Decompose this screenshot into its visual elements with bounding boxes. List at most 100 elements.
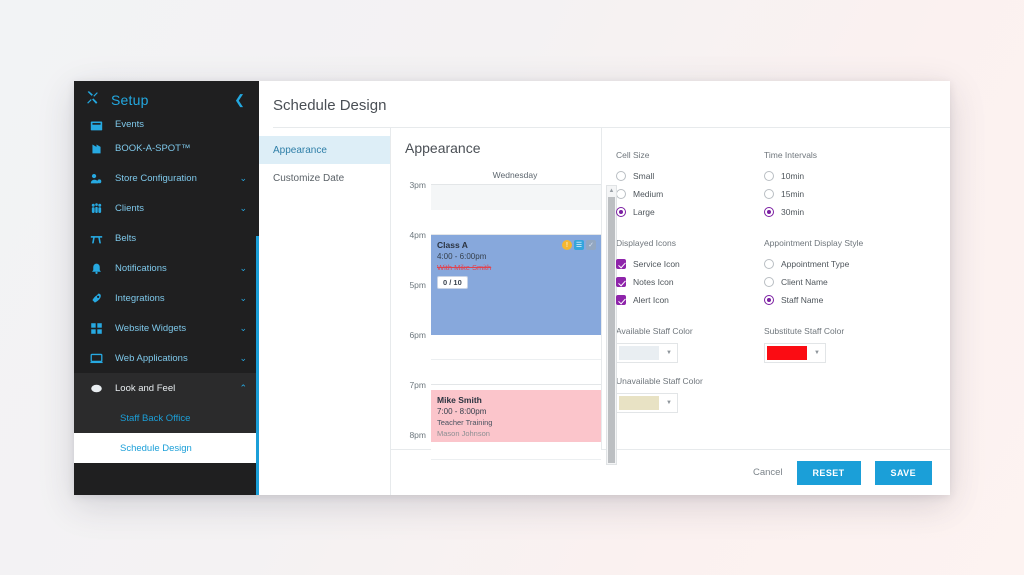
chevron-down-icon[interactable]: ▼ xyxy=(661,344,677,362)
sidebar-brand-label: Setup xyxy=(111,92,149,108)
sidebar-item-belts[interactable]: Belts xyxy=(74,223,259,253)
scrollbar-thumb[interactable] xyxy=(608,197,615,463)
sidebar-item-notifications[interactable]: Notifications ⌄ xyxy=(74,253,259,283)
tab-appearance[interactable]: Appearance xyxy=(259,136,390,164)
calendar-time-label: 7pm xyxy=(409,380,426,390)
substitute-staff-color-group: Substitute Staff Color ▼ xyxy=(764,326,890,363)
appointment-display-style-option[interactable]: Client Name xyxy=(764,273,890,291)
time-intervals-label: Time Intervals xyxy=(764,150,818,160)
cell-size-option[interactable]: Small xyxy=(616,167,742,185)
color-pickers-row-1: Available Staff Color ▼ Substitute Staff… xyxy=(616,326,950,363)
sidebar-item-clients[interactable]: Clients ⌄ xyxy=(74,193,259,223)
radio-button[interactable] xyxy=(764,207,774,217)
sidebar-item-label: Events xyxy=(115,119,145,130)
unavailable-staff-color-picker[interactable]: ▼ xyxy=(616,393,678,413)
time-interval-option[interactable]: 10min xyxy=(764,167,890,185)
web-apps-icon xyxy=(88,352,104,365)
setup-icon xyxy=(86,91,99,109)
sidebar-item-store-configuration[interactable]: Store Configuration ⌄ xyxy=(74,163,259,193)
cell-size-option[interactable]: Medium xyxy=(616,185,742,203)
radio-button[interactable] xyxy=(764,277,774,287)
sidebar-item-label: Look and Feel xyxy=(115,382,176,394)
radio-button[interactable] xyxy=(764,259,774,269)
calendar-event-class-a[interactable]: ! ☰ ✓ Class A 4:00 - 6:00pm With Mike Sm… xyxy=(431,235,601,335)
content-area: Schedule Design Appearance Customize Date… xyxy=(259,81,950,495)
option-label: 10min xyxy=(781,171,805,181)
checkbox[interactable] xyxy=(616,259,626,269)
calendar-event-mike-smith[interactable]: Mike Smith 7:00 - 8:00pm Teacher Trainin… xyxy=(431,390,601,442)
displayed-icon-option[interactable]: Notes Icon xyxy=(616,273,742,291)
radio-button[interactable] xyxy=(616,171,626,181)
sidebar-item-look-and-feel[interactable]: Look and Feel ⌃ xyxy=(74,373,259,403)
option-label: Staff Name xyxy=(781,295,824,305)
calendar-slot-shade xyxy=(431,185,601,210)
radio-button[interactable] xyxy=(616,207,626,217)
chevron-down-icon: ⌄ xyxy=(239,202,247,213)
bell-icon xyxy=(88,262,104,275)
radio-button[interactable] xyxy=(616,189,626,199)
alert-icon: ! xyxy=(562,240,572,250)
color-swatch xyxy=(767,346,807,360)
time-interval-option[interactable]: 15min xyxy=(764,185,890,203)
sidebar-item-integrations[interactable]: Integrations ⌄ xyxy=(74,283,259,313)
displayed-icon-option[interactable]: Service Icon xyxy=(616,255,742,273)
sidebar-item-events[interactable]: Events xyxy=(74,119,259,133)
substitute-staff-color-label: Substitute Staff Color xyxy=(764,326,845,336)
chevron-down-icon: ⌄ xyxy=(239,262,247,273)
checkbox[interactable] xyxy=(616,295,626,305)
event-type: Teacher Training xyxy=(437,418,493,427)
event-staff: With Mike Smith xyxy=(437,263,492,272)
cell-size-label: Cell Size xyxy=(616,150,650,160)
cancel-button[interactable]: Cancel xyxy=(753,467,783,478)
option-label: Client Name xyxy=(781,277,828,287)
appointment-display-style-options: Appointment Type Client Name Staff Name xyxy=(764,255,890,309)
sidebar-item-label: Notifications xyxy=(115,262,167,274)
radio-button[interactable] xyxy=(764,189,774,199)
calendar-time-label: 4pm xyxy=(409,230,426,240)
unavailable-staff-color-group: Unavailable Staff Color ▼ xyxy=(616,376,742,413)
appointment-display-style-option[interactable]: Appointment Type xyxy=(764,255,890,273)
chevron-down-icon[interactable]: ▼ xyxy=(809,344,825,362)
tab-customize-date[interactable]: Customize Date xyxy=(259,164,390,192)
option-label: Medium xyxy=(633,189,664,199)
calendar-day-label: Wednesday xyxy=(492,170,538,180)
event-time: 7:00 - 8:00pm xyxy=(437,407,487,416)
radio-button[interactable] xyxy=(764,171,774,181)
calendar-time-axis: 3pm 4pm 5pm 6pm 7pm 8pm xyxy=(405,180,431,484)
available-staff-color-picker[interactable]: ▼ xyxy=(616,343,678,363)
panel-content: Appearance Wednesday 3pm 4pm 5pm 6pm 7pm 8pm … xyxy=(391,128,950,465)
sidebar-collapse-icon[interactable]: ❮ xyxy=(234,92,245,108)
calendar-scrollbar[interactable]: ▲ xyxy=(606,185,617,465)
checkbox[interactable] xyxy=(616,277,626,287)
reset-button[interactable]: RESET xyxy=(796,460,861,485)
belts-icon xyxy=(88,232,104,245)
calendar-time-label: 5pm xyxy=(409,280,426,290)
schedule-preview: Appearance Wednesday 3pm 4pm 5pm 6pm 7pm 8pm … xyxy=(391,128,617,465)
appointment-display-style-option[interactable]: Staff Name xyxy=(764,291,890,309)
time-interval-option[interactable]: 30min xyxy=(764,203,890,221)
sidebar-item-book-a-spot[interactable]: BOOK-A-SPOT™ xyxy=(74,133,259,163)
clients-icon xyxy=(88,202,104,215)
sidebar-sub-item-schedule-design[interactable]: Schedule Design xyxy=(74,433,259,463)
sidebar-item-label: BOOK-A-SPOT™ xyxy=(115,142,191,154)
settings-columns: Cell Size Small Medium Large Displayed Ico… xyxy=(616,150,950,326)
appearance-panel: Appearance Wednesday 3pm 4pm 5pm 6pm 7pm 8pm … xyxy=(391,128,950,495)
cell-size-option[interactable]: Large xyxy=(616,203,742,221)
notes-icon: ☰ xyxy=(574,240,584,250)
substitute-staff-color-picker[interactable]: ▼ xyxy=(764,343,826,363)
save-button[interactable]: SAVE xyxy=(874,460,932,485)
unavailable-staff-color-label: Unavailable Staff Color xyxy=(616,376,703,386)
scroll-up-arrow-icon[interactable]: ▲ xyxy=(607,186,616,196)
radio-button[interactable] xyxy=(764,295,774,305)
sidebar-item-label: Web Applications xyxy=(115,352,188,364)
sidebar-sub-item-staff-back-office[interactable]: Staff Back Office xyxy=(74,403,259,433)
time-intervals-group: Time Intervals 10min 15min 30min xyxy=(764,150,890,221)
sidebar-item-web-applications[interactable]: Web Applications ⌄ xyxy=(74,343,259,373)
chevron-down-icon[interactable]: ▼ xyxy=(661,394,677,412)
sidebar-item-website-widgets[interactable]: Website Widgets ⌄ xyxy=(74,313,259,343)
calendar-day-column[interactable]: ! ☰ ✓ Class A 4:00 - 6:00pm With Mike Sm… xyxy=(431,184,617,465)
displayed-icon-option[interactable]: Alert Icon xyxy=(616,291,742,309)
option-label: Notes Icon xyxy=(633,277,674,287)
page-body: Appearance Customize Date Appearance Wedn… xyxy=(259,128,950,495)
page-header: Schedule Design xyxy=(259,81,950,128)
